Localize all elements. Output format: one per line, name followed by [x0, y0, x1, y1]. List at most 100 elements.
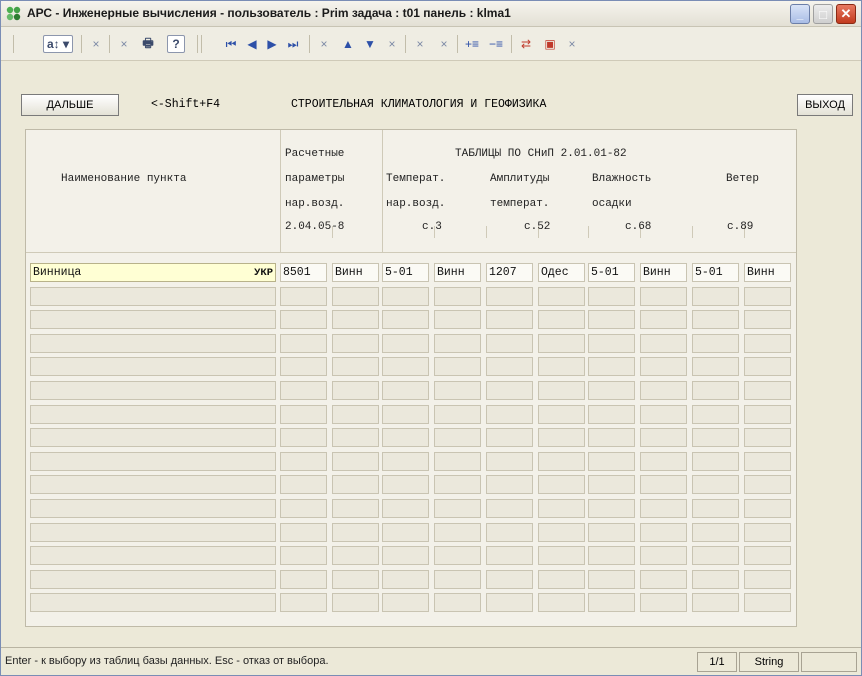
- value-cell[interactable]: [538, 405, 585, 424]
- value-cell[interactable]: [382, 287, 429, 306]
- row-name-cell[interactable]: [30, 357, 276, 376]
- value-cell[interactable]: [280, 310, 327, 329]
- move-down-icon[interactable]: ▼: [363, 35, 377, 53]
- value-cell[interactable]: [640, 475, 687, 494]
- value-cell[interactable]: [692, 452, 739, 471]
- value-cell[interactable]: [280, 428, 327, 447]
- value-cell[interactable]: [744, 570, 791, 589]
- value-cell[interactable]: [332, 570, 379, 589]
- minimize-button[interactable]: _: [790, 4, 810, 24]
- value-cell[interactable]: [744, 546, 791, 565]
- value-cell[interactable]: [538, 570, 585, 589]
- value-cell[interactable]: [588, 546, 635, 565]
- value-cell[interactable]: [434, 357, 481, 376]
- row-name-cell[interactable]: [30, 405, 276, 424]
- value-cell[interactable]: 8501: [280, 263, 327, 282]
- value-cell[interactable]: [332, 287, 379, 306]
- value-cell[interactable]: [332, 310, 379, 329]
- value-cell[interactable]: [280, 499, 327, 518]
- row-name-cell[interactable]: [30, 381, 276, 400]
- value-cell[interactable]: [744, 452, 791, 471]
- value-cell[interactable]: [486, 287, 533, 306]
- delete-icon-7[interactable]: ×: [565, 35, 579, 53]
- value-cell[interactable]: [692, 310, 739, 329]
- value-cell[interactable]: [434, 475, 481, 494]
- value-cell[interactable]: [434, 499, 481, 518]
- value-cell[interactable]: [640, 334, 687, 353]
- value-cell[interactable]: [692, 523, 739, 542]
- value-cell[interactable]: [382, 334, 429, 353]
- value-cell[interactable]: [486, 570, 533, 589]
- value-cell[interactable]: [486, 381, 533, 400]
- value-cell[interactable]: [538, 499, 585, 518]
- value-cell[interactable]: [332, 546, 379, 565]
- value-cell[interactable]: [692, 357, 739, 376]
- print-icon[interactable]: 🖶: [138, 35, 158, 53]
- maximize-button[interactable]: □: [813, 4, 833, 24]
- value-cell[interactable]: Винн: [332, 263, 379, 282]
- value-cell[interactable]: [332, 334, 379, 353]
- first-record-icon[interactable]: ⏮: [223, 35, 239, 53]
- value-cell[interactable]: [434, 334, 481, 353]
- value-cell[interactable]: [382, 310, 429, 329]
- value-cell[interactable]: Винн: [744, 263, 791, 282]
- value-cell[interactable]: [382, 570, 429, 589]
- value-cell[interactable]: [538, 357, 585, 376]
- value-cell[interactable]: [640, 523, 687, 542]
- value-cell[interactable]: [538, 452, 585, 471]
- close-button[interactable]: ✕: [836, 4, 856, 24]
- insert-row-icon[interactable]: +≡: [461, 35, 483, 53]
- delete-icon-6[interactable]: ×: [437, 35, 451, 53]
- value-cell[interactable]: [692, 405, 739, 424]
- value-cell[interactable]: [640, 381, 687, 400]
- row-name-cell[interactable]: Винница УКР: [30, 263, 276, 282]
- value-cell[interactable]: 5-01: [382, 263, 429, 282]
- row-name-cell[interactable]: [30, 310, 276, 329]
- title-bar[interactable]: АРС - Инженерные вычисления - пользовате…: [1, 1, 861, 27]
- value-cell[interactable]: [434, 405, 481, 424]
- value-cell[interactable]: [434, 287, 481, 306]
- row-name-cell[interactable]: [30, 523, 276, 542]
- value-cell[interactable]: [332, 475, 379, 494]
- value-cell[interactable]: [280, 546, 327, 565]
- value-cell[interactable]: [538, 593, 585, 612]
- sort-dropdown-button[interactable]: a↕ ▾: [43, 35, 73, 53]
- value-cell[interactable]: [692, 546, 739, 565]
- value-cell[interactable]: [280, 452, 327, 471]
- value-cell[interactable]: [486, 357, 533, 376]
- last-record-icon[interactable]: ⏭: [285, 35, 301, 53]
- row-name-cell[interactable]: [30, 334, 276, 353]
- value-cell[interactable]: [640, 499, 687, 518]
- row-name-cell[interactable]: [30, 428, 276, 447]
- value-cell[interactable]: [692, 475, 739, 494]
- value-cell[interactable]: [382, 357, 429, 376]
- value-cell[interactable]: [382, 546, 429, 565]
- value-cell[interactable]: [538, 475, 585, 494]
- row-name-cell[interactable]: [30, 475, 276, 494]
- value-cell[interactable]: Винн: [434, 263, 481, 282]
- value-cell[interactable]: [744, 287, 791, 306]
- move-up-icon[interactable]: ▲: [341, 35, 355, 53]
- value-cell[interactable]: [744, 428, 791, 447]
- value-cell[interactable]: [434, 570, 481, 589]
- value-cell[interactable]: [486, 452, 533, 471]
- value-cell[interactable]: [280, 475, 327, 494]
- value-cell[interactable]: [588, 287, 635, 306]
- exit-button[interactable]: ВЫХОД: [797, 94, 853, 116]
- value-cell[interactable]: [744, 523, 791, 542]
- value-cell[interactable]: [434, 523, 481, 542]
- value-cell[interactable]: [588, 570, 635, 589]
- copy-values-icon[interactable]: ⇄: [517, 35, 535, 53]
- value-cell[interactable]: 5-01: [588, 263, 635, 282]
- value-cell[interactable]: [382, 381, 429, 400]
- value-cell[interactable]: [486, 310, 533, 329]
- value-cell[interactable]: [640, 310, 687, 329]
- value-cell[interactable]: [744, 405, 791, 424]
- row-name-cell[interactable]: [30, 287, 276, 306]
- value-cell[interactable]: [486, 428, 533, 447]
- value-cell[interactable]: [640, 357, 687, 376]
- value-cell[interactable]: [744, 357, 791, 376]
- value-cell[interactable]: [486, 499, 533, 518]
- value-cell[interactable]: [486, 475, 533, 494]
- value-cell[interactable]: [332, 428, 379, 447]
